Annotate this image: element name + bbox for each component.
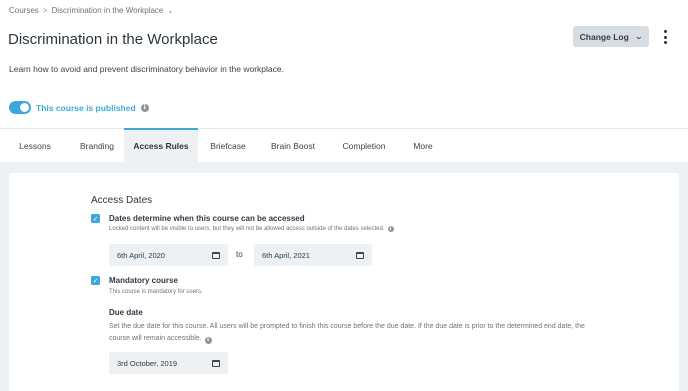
- change-log-button[interactable]: Change Log ⌄: [573, 26, 649, 47]
- tabs-bar: Lessons Branding Access Rules Briefcase …: [0, 128, 688, 162]
- kebab-menu-icon[interactable]: [659, 29, 671, 45]
- info-icon[interactable]: i: [204, 336, 212, 344]
- start-date-input[interactable]: 6th April, 2020: [109, 244, 228, 266]
- kebab-dot: [663, 30, 667, 33]
- breadcrumb-current[interactable]: Discrimination in the Workplace: [51, 6, 163, 15]
- breadcrumb-separator: >: [42, 6, 48, 15]
- dates-hint: Locked content will be visible to users,…: [109, 226, 394, 232]
- change-log-label: Change Log: [579, 31, 629, 42]
- calendar-icon[interactable]: [212, 251, 220, 259]
- end-date-input[interactable]: 6th April, 2021: [254, 244, 372, 266]
- end-date-value: 6th April, 2021: [262, 250, 310, 260]
- mandatory-checkbox[interactable]: ✓: [91, 276, 100, 285]
- publish-row: This course is published i: [9, 101, 149, 114]
- kebab-dot: [663, 41, 667, 44]
- chevron-down-icon[interactable]: ⌄: [167, 7, 173, 15]
- mandatory-hint: This course is mandatory for users.: [109, 289, 203, 295]
- mandatory-hint-text: This course is mandatory for users.: [109, 289, 203, 295]
- breadcrumb-courses-link[interactable]: Courses: [9, 6, 39, 15]
- due-date-description: Set the due date for this course. All us…: [109, 321, 599, 345]
- tab-completion[interactable]: Completion: [328, 129, 400, 162]
- publish-label: This course is published: [36, 102, 136, 113]
- kebab-dot: [663, 35, 667, 39]
- due-date-value: 3rd October, 2019: [117, 358, 178, 368]
- chevron-down-icon: ⌄: [633, 31, 644, 41]
- tab-lessons[interactable]: Lessons: [0, 129, 70, 162]
- date-range-to-label: to: [236, 250, 243, 259]
- breadcrumb: Courses > Discrimination in the Workplac…: [9, 6, 173, 15]
- calendar-icon[interactable]: [212, 359, 220, 367]
- publish-toggle[interactable]: [9, 101, 31, 114]
- dates-checkbox-label: Dates determine when this course can be …: [109, 214, 305, 223]
- dates-checkbox[interactable]: ✓: [91, 214, 100, 223]
- page-title: Discrimination in the Workplace: [8, 31, 218, 48]
- due-date-title: Due date: [109, 308, 143, 317]
- tab-briefcase[interactable]: Briefcase: [198, 129, 258, 162]
- tab-access-rules[interactable]: Access Rules: [124, 128, 198, 162]
- mandatory-checkbox-label: Mandatory course: [109, 276, 178, 285]
- info-icon[interactable]: i: [387, 226, 394, 232]
- tab-more[interactable]: More: [400, 129, 446, 162]
- tab-brain-boost[interactable]: Brain Boost: [258, 129, 328, 162]
- due-date-description-text: Set the due date for this course. All us…: [109, 323, 585, 342]
- section-title-access-dates: Access Dates: [91, 195, 153, 206]
- course-description: Learn how to avoid and prevent discrimin…: [9, 64, 284, 74]
- start-date-value: 6th April, 2020: [117, 250, 165, 260]
- dates-hint-text: Locked content will be visible to users,…: [109, 226, 385, 232]
- calendar-icon[interactable]: [356, 251, 364, 259]
- tab-branding[interactable]: Branding: [70, 129, 124, 162]
- due-date-input[interactable]: 3rd October, 2019: [109, 352, 228, 374]
- info-icon[interactable]: i: [140, 103, 149, 112]
